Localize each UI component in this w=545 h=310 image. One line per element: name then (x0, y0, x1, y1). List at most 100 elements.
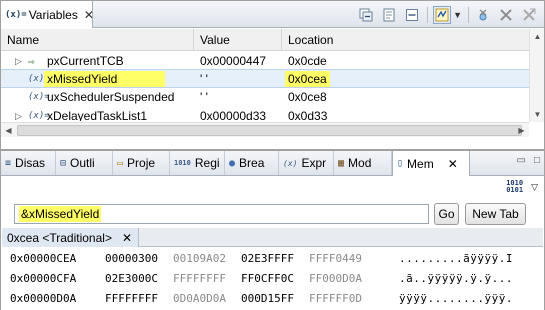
memory-cell[interactable]: 0D0A0D0A (173, 289, 226, 309)
select-all-icon[interactable] (433, 6, 452, 24)
go-button[interactable]: Go (434, 203, 459, 225)
memory-cell[interactable]: 000D15FF (241, 289, 294, 309)
variable-location: 0x0d33 (288, 109, 328, 121)
memory-ascii: .........ãÿÿÿÿ.I (399, 252, 513, 265)
variables-toolbar: ▼ (352, 5, 538, 25)
tab-project[interactable]: ▭ Proje (113, 151, 170, 175)
horizontal-scrollbar[interactable]: ◀ ▶ (1, 122, 529, 137)
variable-location-cell: 0x0cea (285, 70, 330, 89)
memory-toolbar: 1010 0101 ▽ (506, 180, 538, 194)
tab-label: Brea (239, 156, 265, 170)
toolbar-separator (468, 7, 469, 23)
tab-outline[interactable]: ⊟ Outli (56, 151, 113, 175)
variable-name: uxSchedulerSuspended (47, 90, 175, 104)
layout-icon[interactable] (403, 6, 421, 24)
vertical-scrollbar[interactable]: ▲ ▼ (529, 29, 544, 122)
tab-label: Disas (15, 156, 46, 170)
variable-location: 0x0cea (285, 71, 330, 87)
remove-icon[interactable] (474, 6, 492, 24)
tab-label: Proje (127, 156, 156, 170)
scroll-right-icon[interactable]: ▶ (514, 123, 529, 138)
close-icon[interactable]: ✕ (122, 231, 132, 245)
variable-name: xDelayedTaskList1 (47, 109, 148, 121)
remove-all-terminated-icon[interactable] (520, 6, 538, 24)
variables-view-tabbar: (x)= Variables ✕ ▼ (1, 1, 544, 28)
memory-ascii: ÿÿÿÿ........ÿÿÿ. (399, 292, 513, 305)
minimize-icon[interactable]: ▭ (517, 155, 526, 166)
memory-cell[interactable]: FFFF0449 (309, 249, 362, 269)
tab-modules[interactable]: ▦ Mod (334, 151, 392, 175)
tab-memory-rendering[interactable]: 0xcea <Traditional> ✕ (2, 228, 139, 247)
address-input-value: &xMissedYield (19, 206, 102, 222)
variables-icon: (x)= (5, 9, 27, 20)
memory-cell[interactable]: 00109A02 (173, 249, 226, 269)
tab-breakpoints[interactable]: ● Brea (225, 151, 279, 175)
column-header-value[interactable]: Value (194, 29, 282, 51)
debug-views-tabstrip: ≡ Disas ⊟ Outli ▭ Proje 1010 Regi ● Brea… (0, 150, 545, 176)
modules-icon: ▦ (338, 157, 345, 169)
toolbar-separator (427, 7, 429, 23)
table-row-selected[interactable]: (x)= xMissedYield ' ' 0x0cea (1, 69, 529, 88)
show-type-names-icon[interactable] (380, 6, 398, 24)
expand-triangle-icon[interactable]: ▷ (15, 107, 22, 121)
view-menu-caret-icon[interactable]: ▽ (531, 182, 538, 193)
view-menu-caret-icon[interactable]: ▼ (453, 10, 462, 20)
address-input[interactable]: &xMissedYield (14, 204, 429, 224)
table-row[interactable]: ▷ (x)= xDelayedTaskList1 0x00000d33 0x0d… (1, 107, 529, 121)
memory-cell[interactable]: FFFFFF0D (309, 289, 362, 309)
maximize-icon[interactable]: □ (534, 155, 540, 166)
tab-variables[interactable]: (x)= Variables ✕ (1, 1, 94, 28)
memory-cell[interactable]: FF0CFF0C (241, 269, 294, 289)
close-icon[interactable]: ✕ (448, 157, 458, 171)
scroll-left-icon[interactable]: ◀ (1, 123, 16, 138)
scroll-down-icon[interactable]: ▼ (530, 107, 545, 122)
memory-address: 0x00000D0A (10, 292, 77, 305)
table-row[interactable]: (x)= uxSchedulerSuspended ' ' 0x0ce8 (1, 88, 529, 107)
rendering-tab-label: 0xcea <Traditional> (7, 230, 112, 245)
variable-value: ' ' (200, 90, 208, 104)
remove-all-icon[interactable] (497, 6, 515, 24)
view-stack-controls: ▭ □ (509, 155, 541, 166)
variable-value: ' ' (200, 72, 208, 86)
memory-cell[interactable]: 02E3000C (105, 269, 158, 289)
memory-cell[interactable]: 00000300 (105, 249, 158, 269)
tab-memory[interactable]: ▯ Mem ✕ (392, 151, 470, 176)
tab-expressions[interactable]: (x) Expr (279, 151, 334, 175)
tab-registers[interactable]: 1010 Regi (170, 151, 225, 175)
tab-label: Expr (301, 156, 327, 170)
close-icon[interactable]: ✕ (84, 8, 94, 22)
expressions-icon: (x) (283, 158, 298, 168)
column-header-name[interactable]: Name (1, 29, 194, 51)
memory-grid: 0x00000CEA 00000300 00109A02 02E3FFFF FF… (1, 249, 544, 309)
variables-view: (x)= Variables ✕ ▼ Name Value Location ▷… (0, 0, 545, 150)
memory-row[interactable]: 0x00000CEA 00000300 00109A02 02E3FFFF FF… (1, 249, 544, 269)
outline-icon: ⊟ (60, 157, 67, 169)
collapse-all-icon[interactable] (357, 6, 375, 24)
variable-location: 0x0ce8 (288, 90, 327, 104)
memory-cell[interactable]: 02E3FFFF (241, 249, 294, 269)
scrollbar-thumb[interactable] (17, 125, 522, 136)
memory-cell[interactable]: FFFFFFFF (173, 269, 226, 289)
variables-table-body: ▷ ⇨ pxCurrentTCB 0x00000447 0x0cde (x)= … (1, 52, 529, 121)
memory-format-icon[interactable]: 1010 0101 (506, 180, 523, 194)
memory-row[interactable]: 0x00000D0A FFFFFFFF 0D0A0D0A 000D15FF FF… (1, 289, 544, 309)
tab-label: Outli (70, 156, 95, 170)
memory-cell[interactable]: FFFFFFFF (105, 289, 158, 309)
breakpoints-icon: ● (229, 157, 236, 169)
memory-ascii: .ã..ÿÿÿÿÿ.ÿ.ÿ... (399, 272, 513, 285)
memory-icon: ▯ (397, 158, 404, 169)
disassembly-icon: ≡ (5, 157, 12, 169)
tab-label: Mem (407, 156, 434, 171)
column-header-location[interactable]: Location (282, 29, 529, 51)
tab-disassembly[interactable]: ≡ Disas (1, 151, 56, 175)
project-icon: ▭ (117, 157, 124, 169)
variable-name: xMissedYield (44, 71, 166, 87)
scroll-up-icon[interactable]: ▲ (530, 29, 545, 44)
variables-tab-label: Variables (28, 7, 78, 22)
memory-rendering-tabbar: 0xcea <Traditional> ✕ (2, 228, 543, 247)
memory-cell[interactable]: FF000D0A (309, 269, 362, 289)
memory-row[interactable]: 0x00000CFA 02E3000C FFFFFFFF FF0CFF0C FF… (1, 269, 544, 289)
variable-name-cell: xMissedYield (44, 70, 166, 89)
new-tab-button[interactable]: New Tab (465, 203, 526, 225)
registers-icon: 1010 (174, 159, 191, 167)
